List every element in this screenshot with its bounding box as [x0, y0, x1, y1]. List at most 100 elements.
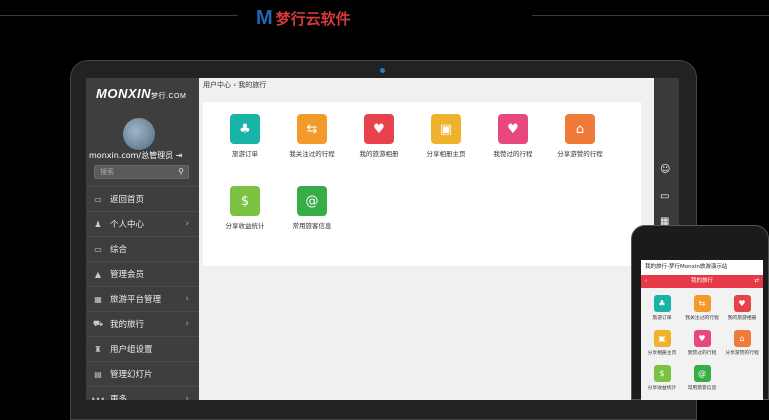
- chevron-right-icon: ›: [185, 394, 189, 400]
- site-logo[interactable]: MONXIN梦行.COM: [96, 86, 186, 101]
- phone-bar-title: 我的旅行: [690, 278, 713, 284]
- phone-tile-label: 常用旅客信息: [687, 386, 717, 391]
- phone-app-tile[interactable]: $ 分享收益统计: [642, 365, 682, 391]
- search-input[interactable]: 搜索: [100, 167, 114, 177]
- grid-icon: ▦: [94, 294, 102, 304]
- palm-tree-icon: ♣: [230, 114, 260, 144]
- user-icon: ♟: [94, 219, 102, 229]
- admin-account[interactable]: monxin.com/总管理员 ⇥: [89, 150, 182, 161]
- sidebar-item-label: 返回首页: [110, 195, 145, 205]
- phone-app-tile[interactable]: ⇆ 我关注过的行程: [682, 295, 722, 321]
- search-icon[interactable]: ⚲: [178, 167, 184, 176]
- phone-tile-label: 分享相册主页: [647, 351, 677, 356]
- sidebar-item[interactable]: ♟ 个人中心 ›: [86, 211, 199, 236]
- phone-app-tile[interactable]: ♥ 我赞过的行程: [682, 330, 722, 356]
- contact-book-icon: @: [693, 365, 711, 382]
- sidebar-item-label: 管理幻灯片: [110, 370, 153, 380]
- brand-logo: M 梦行云软件: [256, 6, 351, 30]
- sidebar-nav: ▭ 返回首页 ♟ 个人中心 › ▭ 综合 ▲ 管理会员 ▦ 旅游平台管理 › ⛟ 我的旅行 › ♜ 用户组设置 ▤…: [86, 186, 199, 400]
- phone-tile-label: 分享游赞的行程: [725, 351, 759, 356]
- sidebar-item[interactable]: ▦ 旅游平台管理 ›: [86, 286, 199, 311]
- search-box[interactable]: 搜索 ⚲: [94, 165, 189, 179]
- phone-app-tile[interactable]: ▣ 分享相册主页: [642, 330, 682, 356]
- phone-nav-bar: ‹ 我的旅行 ⇄: [641, 275, 763, 288]
- laptop-screen: MONXIN梦行.COM monxin.com/总管理员 ⇥ 搜索 ⚲ ▭ 返回首…: [86, 78, 679, 400]
- sidebar-item-label: 我的旅行: [110, 320, 145, 330]
- message-icon[interactable]: ▭: [660, 191, 669, 202]
- back-icon[interactable]: ‹: [645, 275, 647, 288]
- wechat-icon[interactable]: ☺: [660, 164, 670, 175]
- sidebar-item-label: 管理会员: [110, 270, 145, 280]
- thumbs-up-icon: ♥: [498, 114, 528, 144]
- logout-icon[interactable]: ⇥: [176, 151, 183, 160]
- thumbs-up-icon: ♥: [733, 295, 751, 312]
- app-tile[interactable]: ⌂ 分享游赞的行程: [550, 114, 610, 158]
- phone-page-title: 我的旅行-梦行Monxin旅游演示站: [641, 260, 763, 275]
- money-icon: $: [230, 186, 260, 216]
- tile-label: 分享游赞的行程: [557, 150, 603, 158]
- money-icon: $: [653, 365, 671, 382]
- app-tile[interactable]: ♥ 我的旅游相册: [349, 114, 409, 158]
- thumbs-up-icon: ♥: [364, 114, 394, 144]
- app-tile[interactable]: ♣ 旅游订单: [215, 114, 275, 158]
- home-icon: ⌂: [565, 114, 595, 144]
- brand-mark: M: [256, 6, 273, 29]
- phone-app-tile[interactable]: ♣ 旅游订单: [642, 295, 682, 321]
- sidebar-item-label: 用户组设置: [110, 345, 153, 355]
- sidebar-item[interactable]: ♜ 用户组设置: [86, 336, 199, 361]
- tile-label: 常用旅客信息: [292, 222, 332, 230]
- sidebar: MONXIN梦行.COM monxin.com/总管理员 ⇥ 搜索 ⚲ ▭ 返回首…: [86, 78, 199, 400]
- header-line-left: [0, 15, 238, 16]
- tile-label: 我的旅游相册: [359, 150, 399, 158]
- logo-text: MONXIN: [96, 86, 151, 101]
- sidebar-item[interactable]: ▭ 综合: [86, 236, 199, 261]
- phone-app-tile[interactable]: @ 常用旅客信息: [682, 365, 722, 391]
- switch-icon[interactable]: ⇄: [754, 275, 759, 288]
- phone-tile-label: 我的旅游相册: [727, 316, 757, 321]
- signpost-icon: ⇆: [693, 295, 711, 312]
- admin-name: monxin.com/总管理员: [89, 151, 174, 160]
- brand-name: 梦行云软件: [275, 9, 351, 28]
- contact-book-icon: @: [297, 186, 327, 216]
- tile-label: 分享收益统计: [225, 222, 265, 230]
- app-tile[interactable]: $ 分享收益统计: [215, 186, 275, 230]
- breadcrumb: 用户中心 › 我的旅行: [203, 81, 267, 89]
- chevron-right-icon: ›: [185, 294, 189, 304]
- tile-label: 我关注过的行程: [289, 150, 335, 158]
- slides-icon: ▤: [94, 369, 102, 379]
- camera-dot: [380, 68, 385, 73]
- phone-screen: 我的旅行-梦行Monxin旅游演示站 ‹ 我的旅行 ⇄ ♣ 旅游订单 ⇆ 我关注过的行…: [641, 260, 763, 400]
- sidebar-item-label: 综合: [110, 245, 128, 255]
- app-tile[interactable]: @ 常用旅客信息: [282, 186, 342, 230]
- header-line-right: [532, 15, 769, 16]
- phone-app-tile[interactable]: ⌂ 分享游赞的行程: [722, 330, 762, 356]
- chevron-right-icon: ›: [185, 219, 189, 229]
- home-icon: ⌂: [733, 330, 751, 347]
- sidebar-item-label: 旅游平台管理: [110, 295, 162, 305]
- image-icon: ▣: [653, 330, 671, 347]
- logo-sub: 梦行: [151, 93, 166, 100]
- image-icon: ▣: [431, 114, 461, 144]
- phone-tile-label: 旅游订单: [652, 316, 672, 321]
- app-tile[interactable]: ⇆ 我关注过的行程: [282, 114, 342, 158]
- sidebar-item[interactable]: ▭ 返回首页: [86, 186, 199, 211]
- sidebar-item[interactable]: ⛟ 我的旅行 ›: [86, 311, 199, 336]
- app-tile[interactable]: ♥ 我赞过的行程: [483, 114, 543, 158]
- logo-domain: .COM: [166, 93, 187, 100]
- sidebar-item[interactable]: ▲ 管理会员: [86, 261, 199, 286]
- tile-label: 分享相册主页: [426, 150, 466, 158]
- sidebar-item[interactable]: ••• 更多 ›: [86, 386, 199, 400]
- sidebar-item[interactable]: ▤ 管理幻灯片: [86, 361, 199, 386]
- phone-tile-label: 分享收益统计: [647, 386, 677, 391]
- phone-app-tile[interactable]: ♥ 我的旅游相册: [722, 295, 762, 321]
- palm-tree-icon: ♣: [653, 295, 671, 312]
- tile-label: 我赞过的行程: [493, 150, 533, 158]
- tile-panel: ♣ 旅游订单 ⇆ 我关注过的行程 ♥ 我的旅游相册 ▣ 分享相册主页 ♥ 我赞过的行程 ⌂ 分享游赞的…: [203, 102, 641, 266]
- app-tile[interactable]: ▣ 分享相册主页: [416, 114, 476, 158]
- monitor-icon: ▭: [94, 244, 102, 254]
- avatar[interactable]: [123, 118, 155, 150]
- person-icon: ▲: [94, 269, 102, 279]
- more-icon: •••: [90, 394, 106, 401]
- monitor-icon: ▭: [94, 194, 102, 204]
- chevron-right-icon: ›: [185, 319, 189, 329]
